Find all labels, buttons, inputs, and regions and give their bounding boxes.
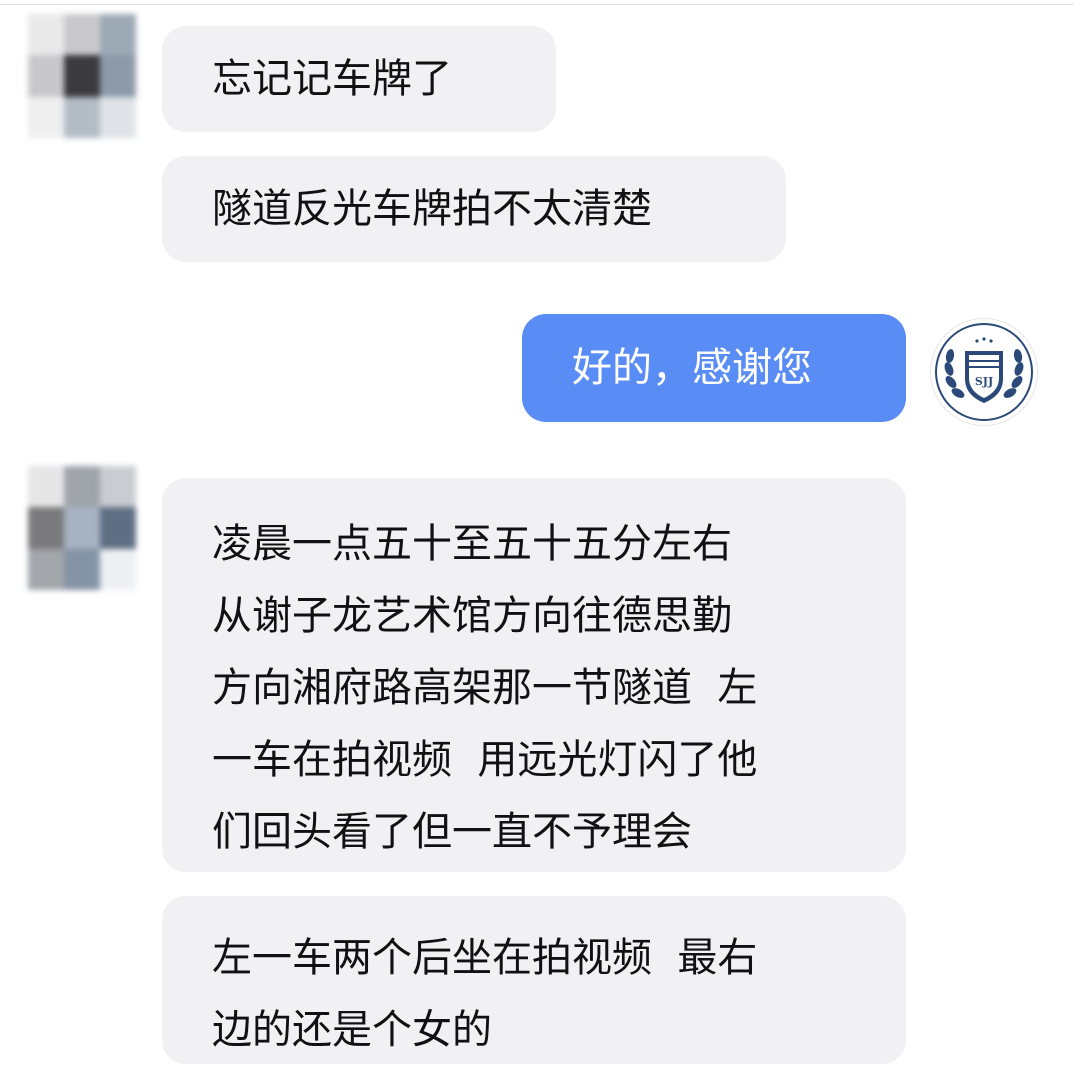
- user-avatar-badge[interactable]: SJJ: [930, 318, 1038, 426]
- badge-text: SJJ: [975, 375, 993, 388]
- message-bubble-incoming[interactable]: 左一车两个后坐在拍视频 最右 边的还是个女的: [162, 896, 906, 1064]
- contact-avatar[interactable]: [28, 466, 136, 590]
- message-text-line: 方向湘府路高架那一节隧道 左: [212, 665, 758, 711]
- message-text: 隧道反光车牌拍不太清楚: [212, 186, 652, 232]
- contact-avatar[interactable]: [28, 14, 136, 138]
- top-divider: [0, 4, 1074, 5]
- message-text: 好的，感谢您: [572, 345, 812, 391]
- message-text-line: 一车在拍视频 用远光灯闪了他: [212, 737, 758, 783]
- message-text: 忘记记车牌了: [212, 56, 452, 102]
- message-text-line: 凌晨一点五十至五十五分左右: [212, 521, 732, 567]
- message-bubble-incoming[interactable]: 忘记记车牌了: [162, 26, 556, 132]
- message-bubble-incoming[interactable]: 隧道反光车牌拍不太清楚: [162, 156, 786, 262]
- message-text-line: 左一车两个后坐在拍视频 最右: [212, 935, 758, 981]
- message-bubble-incoming[interactable]: 凌晨一点五十至五十五分左右 从谢子龙艺术馆方向往德思勤 方向湘府路高架那一节隧道…: [162, 478, 906, 872]
- security-badge-icon: SJJ: [935, 323, 1033, 421]
- message-text-line: 边的还是个女的: [212, 1007, 492, 1053]
- message-text-line: 从谢子龙艺术馆方向往德思勤: [212, 593, 732, 639]
- message-bubble-outgoing[interactable]: 好的，感谢您: [522, 314, 906, 422]
- message-text-line: 们回头看了但一直不予理会: [212, 809, 692, 855]
